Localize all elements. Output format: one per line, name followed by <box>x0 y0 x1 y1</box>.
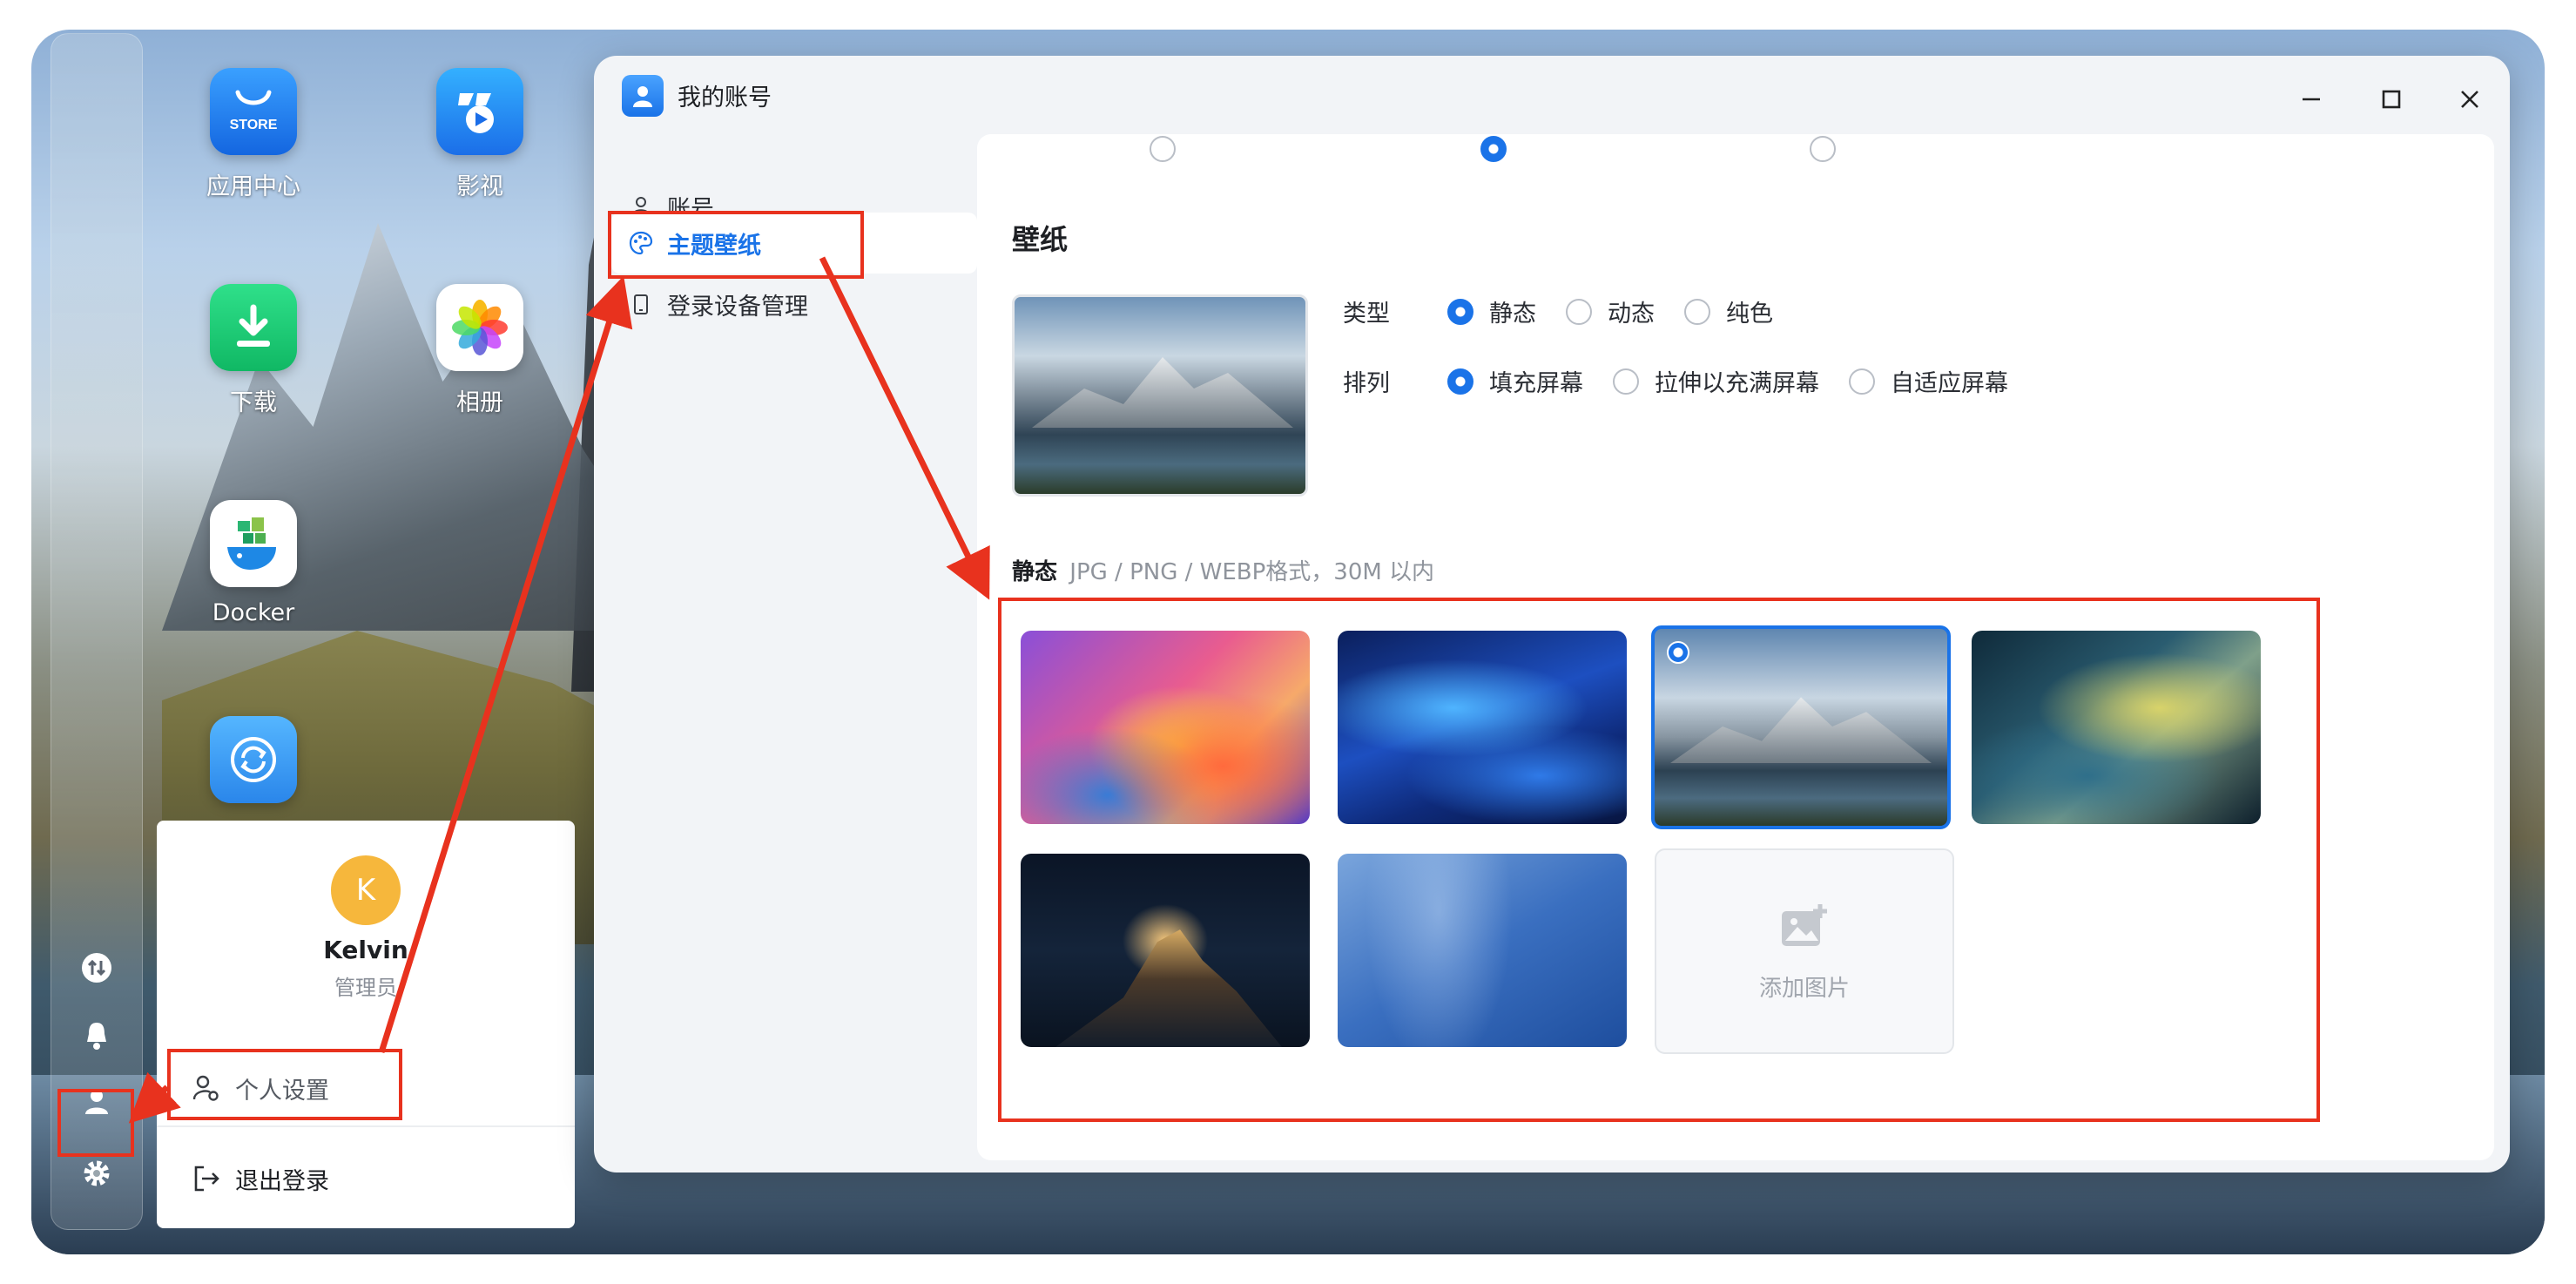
arrow-to-gallery <box>819 256 990 600</box>
annotation-arrows <box>128 256 990 1124</box>
arrow-to-theme-wallpaper <box>378 275 633 1054</box>
arrow-to-user-icon <box>128 1071 181 1124</box>
